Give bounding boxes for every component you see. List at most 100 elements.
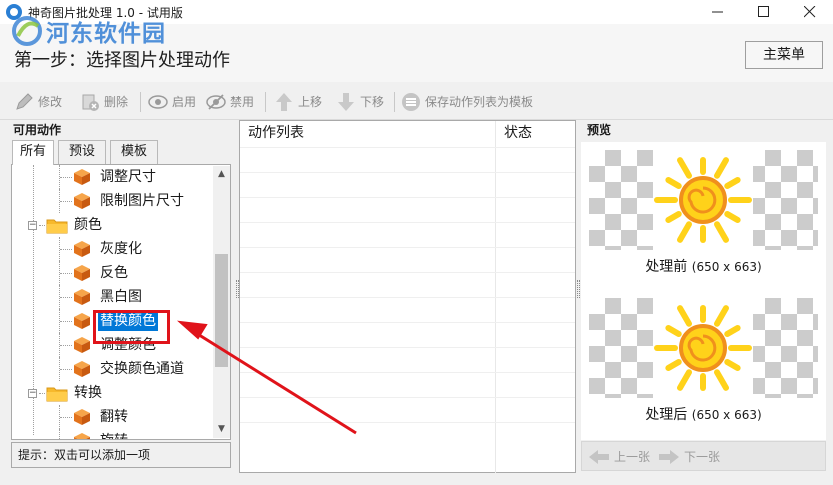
tree-folder[interactable]: − 颜色 xyxy=(12,213,212,237)
sun-ray xyxy=(677,305,692,327)
tree-item[interactable]: 黑白图 xyxy=(12,285,212,309)
tree-guide xyxy=(39,393,45,394)
preview-after-image xyxy=(589,298,818,398)
tree-item[interactable]: 限制图片尺寸 xyxy=(12,189,212,213)
arrow-up-icon xyxy=(276,93,292,111)
tree-item-label: 限制图片尺寸 xyxy=(100,193,184,209)
tree-item-label: 反色 xyxy=(100,265,128,281)
tree-item[interactable]: 旋转 xyxy=(12,429,212,439)
tree-scrollbar[interactable]: ▲ ▼ xyxy=(213,166,230,438)
sun-ray xyxy=(714,305,729,327)
action-box-icon xyxy=(74,169,90,185)
maximize-icon xyxy=(758,6,769,17)
action-box-icon xyxy=(74,409,90,425)
tab-all[interactable]: 所有 xyxy=(12,140,54,165)
sun-ray xyxy=(714,369,729,391)
tree-item-label: 翻转 xyxy=(100,409,128,425)
sun-ray xyxy=(677,157,692,179)
hint-text: 提示：双击可以添加一项 xyxy=(11,442,231,468)
tree-item[interactable]: 反色 xyxy=(12,261,212,285)
table-row xyxy=(240,422,575,423)
preview-after: 处理后 (650 x 663) xyxy=(581,290,826,440)
table-row xyxy=(240,197,575,198)
table-row xyxy=(240,347,575,348)
preview-panel: 预览 处理前 (650 x 663) 处理后 (650 x 663) 上一张 下… xyxy=(581,120,831,472)
tree-guide xyxy=(60,417,72,418)
folder-icon xyxy=(46,387,68,402)
tree-guide xyxy=(60,321,72,322)
action-box-icon xyxy=(74,433,90,439)
tree-item[interactable]: 灰度化 xyxy=(12,237,212,261)
action-box-icon xyxy=(74,289,90,305)
previous-label: 上一张 xyxy=(614,450,651,464)
scroll-up-icon[interactable]: ▲ xyxy=(213,166,230,183)
step-title: 第一步：选择图片处理动作 xyxy=(14,50,230,71)
table-row xyxy=(240,372,575,373)
sun-ray xyxy=(665,211,682,223)
tree-item[interactable]: 交换颜色通道 xyxy=(12,357,212,381)
tree-folder[interactable]: − 转换 xyxy=(12,381,212,405)
table-row xyxy=(240,297,575,298)
main-menu-button[interactable]: 主菜单 xyxy=(745,41,823,69)
toolbar-divider xyxy=(140,92,141,112)
tree-folder-label: 颜色 xyxy=(74,217,102,233)
sun-ray xyxy=(665,177,682,189)
action-box-icon xyxy=(74,241,90,257)
sun-ray xyxy=(677,221,692,243)
collapse-toggle-icon[interactable]: − xyxy=(28,389,37,398)
close-button[interactable] xyxy=(787,0,833,24)
tree-item[interactable]: 调整尺寸 xyxy=(12,165,212,189)
table-row xyxy=(240,147,575,148)
table-row xyxy=(240,247,575,248)
tree-guide xyxy=(60,201,72,202)
sun-image-icon xyxy=(654,157,752,243)
column-header-actions[interactable]: 动作列表 xyxy=(240,121,495,147)
tab-templates[interactable]: 模板 xyxy=(110,140,158,164)
action-box-icon xyxy=(74,193,90,209)
action-list-table[interactable]: 动作列表 状态 xyxy=(239,120,576,473)
action-box-icon xyxy=(74,337,90,353)
scroll-down-icon[interactable]: ▼ xyxy=(213,421,230,438)
arrow-down-icon xyxy=(338,93,354,111)
sun-ray xyxy=(714,221,729,243)
delete-icon xyxy=(82,94,99,111)
maximize-button[interactable] xyxy=(741,0,787,24)
left-splitter[interactable] xyxy=(236,280,239,298)
tree-item-label: 调整尺寸 xyxy=(100,169,156,185)
tree-item[interactable]: 翻转 xyxy=(12,405,212,429)
panel-title: 可用动作 xyxy=(13,123,62,137)
toolbar-divider xyxy=(265,92,266,112)
eye-icon xyxy=(148,95,168,109)
preview-before: 处理前 (650 x 663) xyxy=(581,142,826,292)
pencil-icon xyxy=(16,93,33,110)
action-tree[interactable]: ▲ ▼ 调整尺寸 限制图片尺寸 − 颜色 灰度化 反色 黑白图 替换颜色 调整颜色 交换颜色通道 −… xyxy=(11,164,231,440)
scroll-thumb[interactable] xyxy=(215,254,228,367)
column-header-status[interactable]: 状态 xyxy=(496,121,576,147)
list-icon xyxy=(402,93,420,111)
move-up-label: 上移 xyxy=(298,95,323,109)
minimize-button[interactable] xyxy=(695,0,741,24)
enable-label: 启用 xyxy=(172,95,197,109)
preview-navigation: 上一张 下一张 xyxy=(581,441,826,471)
available-actions-panel: 可用动作 所有 预设 模板 ▲ ▼ 调整尺寸 限制图片尺寸 − 颜色 灰度化 反色 黑白图替… xyxy=(9,120,234,472)
table-row xyxy=(240,272,575,273)
sun-ray xyxy=(665,325,682,337)
collapse-toggle-icon[interactable]: − xyxy=(28,221,37,230)
action-box-icon xyxy=(74,361,90,377)
before-label: 处理前 xyxy=(645,259,688,275)
preview-title: 预览 xyxy=(587,123,612,137)
right-splitter[interactable] xyxy=(577,280,580,298)
close-icon xyxy=(803,5,816,18)
disable-label: 禁用 xyxy=(230,95,255,109)
after-label: 处理后 xyxy=(645,407,688,423)
action-box-icon xyxy=(74,265,90,281)
tab-presets[interactable]: 预设 xyxy=(58,140,106,164)
tree-guide xyxy=(60,273,72,274)
action-box-icon xyxy=(74,313,90,329)
tree-guide xyxy=(60,297,72,298)
table-row xyxy=(240,322,575,323)
tree-guide xyxy=(39,225,45,226)
sun-ray xyxy=(714,157,729,179)
folder-icon xyxy=(46,219,68,234)
after-dimensions: (650 x 663) xyxy=(691,408,762,422)
